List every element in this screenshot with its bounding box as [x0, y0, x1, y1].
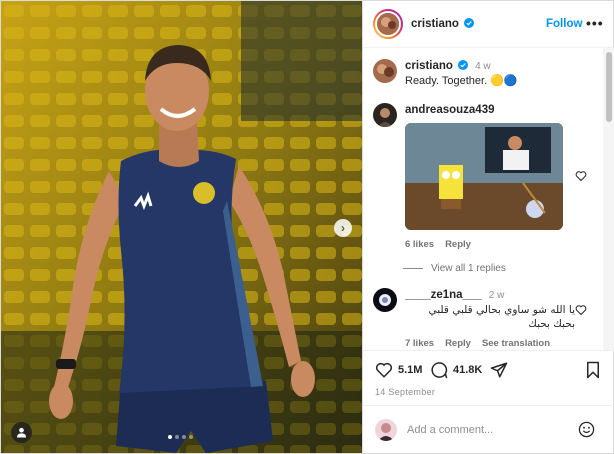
- comment-gif-image[interactable]: [405, 123, 563, 230]
- avatar-image: [373, 59, 397, 83]
- slide-dot: [168, 435, 172, 439]
- next-slide-button[interactable]: ›: [334, 219, 352, 237]
- comment-item: andreasouza439 6 likes Reply: [373, 103, 563, 252]
- action-bar: 5.1M 41.8K 14 September: [363, 350, 614, 405]
- like-comment-heart-icon[interactable]: [575, 304, 587, 316]
- more-options-button[interactable]: •••: [586, 15, 604, 31]
- like-comment-heart-icon[interactable]: [575, 170, 587, 182]
- comment-bubble-icon: [431, 362, 448, 379]
- emoji-icon[interactable]: [578, 421, 595, 438]
- current-user-avatar: [375, 418, 397, 441]
- verified-badge-icon: [458, 60, 468, 70]
- reply-button[interactable]: Reply: [445, 337, 471, 350]
- comment-username[interactable]: andreasouza439: [405, 103, 563, 117]
- post-media[interactable]: ›: [1, 1, 362, 453]
- slide-indicator: [168, 435, 193, 439]
- comment-avatar[interactable]: [373, 103, 397, 127]
- view-replies-button[interactable]: View all 1 replies: [403, 263, 506, 274]
- save-button[interactable]: [585, 361, 601, 379]
- verified-badge-icon: [464, 18, 474, 28]
- slide-dot: [182, 435, 186, 439]
- heart-icon: [375, 362, 393, 378]
- avatar-image: [377, 13, 399, 35]
- user-icon: [16, 427, 27, 438]
- caption-time[interactable]: 4 w: [475, 61, 491, 72]
- replies-divider: [403, 268, 423, 269]
- avatar-image: [373, 103, 397, 127]
- follow-button[interactable]: Follow: [546, 18, 582, 30]
- comment-meta: 7 likes Reply See translation: [405, 337, 575, 350]
- add-comment-bar: Add a comment...: [363, 405, 614, 453]
- comment-item: ____ze1na___ 2 w يا الله شو ساوي بحالي ق…: [373, 288, 575, 350]
- likes-count: 5.1M: [398, 364, 423, 376]
- reply-button[interactable]: Reply: [445, 238, 471, 252]
- post-header: cristiano Follow •••: [363, 1, 614, 48]
- post-date[interactable]: 14 September: [375, 387, 435, 397]
- caption-avatar[interactable]: [373, 59, 397, 83]
- post-details: cristiano Follow ••• cristiano 4 w Ready…: [362, 1, 614, 453]
- comment-avatar[interactable]: [373, 288, 397, 312]
- see-translation-button[interactable]: See translation: [482, 337, 550, 350]
- comments-scrollbar[interactable]: [603, 48, 614, 350]
- avatar-image: [375, 418, 397, 441]
- slide-dot: [189, 435, 193, 439]
- scrollbar-thumb[interactable]: [606, 52, 612, 122]
- avatar-image: [373, 288, 397, 312]
- comment-username[interactable]: ____ze1na___: [405, 289, 482, 301]
- comment-likes[interactable]: 7 likes: [405, 337, 434, 350]
- comment-input[interactable]: Add a comment...: [407, 424, 493, 436]
- tagged-users-button[interactable]: [11, 422, 32, 443]
- comment-meta: 6 likes Reply: [405, 238, 563, 252]
- comments-list[interactable]: cristiano 4 w Ready. Together. 🟡🔵 andrea…: [363, 48, 603, 350]
- comment-time[interactable]: 2 w: [489, 290, 505, 301]
- instagram-post: › cristiano Follow ••• cristiano 4 w Rea…: [0, 0, 614, 454]
- caption-text: Ready. Together. 🟡🔵: [405, 75, 518, 87]
- comment-button[interactable]: 41.8K: [430, 361, 482, 379]
- slide-dot: [175, 435, 179, 439]
- post-photo: [1, 1, 362, 453]
- caption-username[interactable]: cristiano: [405, 60, 453, 72]
- comment-text: يا الله شو ساوي بحالي قلبي قلبي بحبك بحب…: [428, 304, 575, 330]
- comment-likes[interactable]: 6 likes: [405, 238, 434, 252]
- like-button[interactable]: 5.1M: [375, 361, 422, 379]
- author-username[interactable]: cristiano: [411, 18, 474, 30]
- comments-count: 41.8K: [453, 364, 483, 376]
- caption: cristiano 4 w Ready. Together. 🟡🔵: [373, 59, 518, 88]
- share-button[interactable]: [490, 361, 508, 379]
- author-avatar[interactable]: [373, 9, 403, 39]
- send-icon: [490, 362, 508, 378]
- bookmark-icon: [587, 361, 599, 379]
